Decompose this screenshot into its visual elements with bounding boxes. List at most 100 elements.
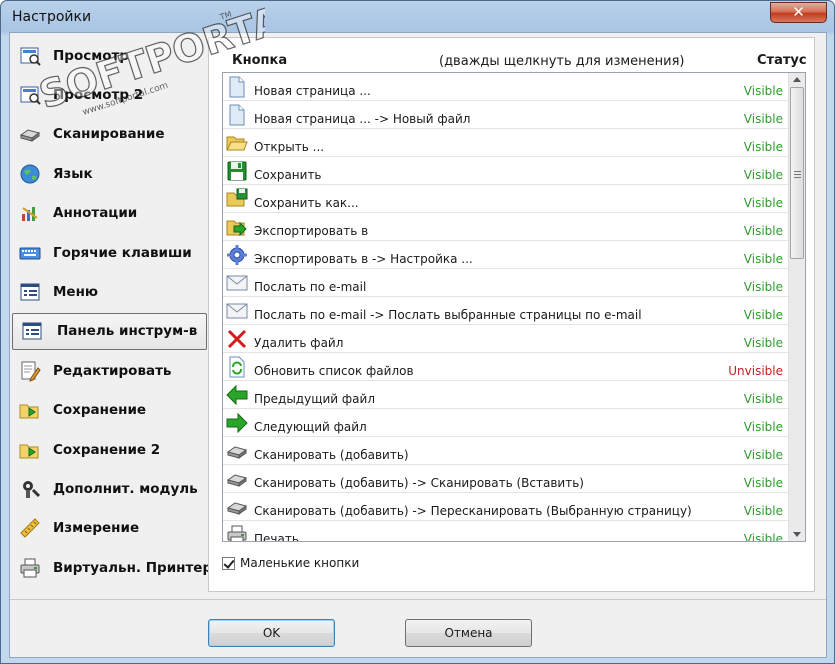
plugin-icon xyxy=(19,478,41,500)
table-row[interactable]: Сканировать (добавить) -> Пересканироват… xyxy=(223,493,791,521)
scroll-down-icon[interactable] xyxy=(793,532,801,537)
nav-item-5[interactable]: Горячие клавиши xyxy=(11,234,209,271)
nav-item-label: Просмотр xyxy=(53,47,130,64)
nav-item-1[interactable]: Просмотр 2 xyxy=(11,76,209,113)
nav-item-9[interactable]: Сохранение xyxy=(11,392,209,429)
table-row[interactable]: Экспортировать в -> Настройка ... Visible xyxy=(223,241,791,269)
menu-icon xyxy=(19,281,41,303)
mail-icon xyxy=(226,300,248,322)
row-name: Сохранить xyxy=(254,168,322,182)
table-row[interactable]: Сканировать (добавить) Visible xyxy=(223,437,791,465)
table-row[interactable]: Сохранить как... Visible xyxy=(223,185,791,213)
close-icon: ✕ xyxy=(792,3,805,21)
row-status: Visible xyxy=(743,112,783,126)
row-status: Visible xyxy=(743,196,783,210)
scanner-icon xyxy=(226,496,248,518)
column-header-button: Кнопка xyxy=(232,53,288,68)
printer-icon xyxy=(226,524,248,541)
scanner-icon xyxy=(226,440,248,462)
scroll-up-icon[interactable] xyxy=(793,77,801,82)
settings-window: Настройки ✕ Просмотр Просмотр 2 Сканирован… xyxy=(0,0,835,664)
row-name: Экспортировать в -> Настройка ... xyxy=(254,252,473,266)
cancel-button[interactable]: Отмена xyxy=(405,619,532,647)
nav-item-label: Горячие клавиши xyxy=(53,244,192,261)
row-status: Visible xyxy=(743,252,783,266)
row-status: Visible xyxy=(743,224,783,238)
save-folder2-icon xyxy=(19,439,41,461)
table-row[interactable]: Предыдущий файл Visible xyxy=(223,381,791,409)
printer-icon xyxy=(19,557,41,579)
row-status: Visible xyxy=(743,448,783,462)
annotation-icon xyxy=(19,202,41,224)
scrollbar-thumb[interactable] xyxy=(790,87,804,259)
row-name: Печать xyxy=(254,532,299,542)
mail-icon xyxy=(226,272,248,294)
table-row[interactable]: Следующий файл Visible xyxy=(223,409,791,437)
window-title: Настройки xyxy=(12,9,92,25)
vertical-scrollbar[interactable] xyxy=(788,73,805,541)
nav-item-label: Измерение xyxy=(53,520,140,537)
table-row[interactable]: Новая страница ... -> Новый файл Visible xyxy=(223,101,791,129)
table-row[interactable]: Сканировать (добавить) -> Сканировать (В… xyxy=(223,465,791,493)
row-name: Послать по e-mail xyxy=(254,280,367,294)
export-icon xyxy=(226,216,248,238)
row-status: Visible xyxy=(743,392,783,406)
gear-icon xyxy=(226,244,248,266)
edit-icon xyxy=(19,360,41,382)
checkbox-box[interactable] xyxy=(222,556,235,570)
refresh-icon xyxy=(226,356,248,378)
nav-item-label: Меню xyxy=(53,283,99,300)
nav-item-8[interactable]: Редактировать xyxy=(11,352,209,389)
row-status: Visible xyxy=(743,308,783,322)
row-name: Предыдущий файл xyxy=(254,392,375,406)
row-name: Послать по e-mail -> Послать выбранные с… xyxy=(254,308,642,322)
nav-item-0[interactable]: Просмотр xyxy=(11,37,209,74)
save-folder-icon xyxy=(19,399,41,421)
small-buttons-label: Маленькие кнопки xyxy=(240,556,360,570)
nav-item-7[interactable]: Панель инструм-в xyxy=(12,312,207,350)
list-rows: Новая страница ... Visible Новая страница … xyxy=(223,73,791,542)
row-status: Visible xyxy=(743,168,783,182)
row-name: Сканировать (добавить) -> Пересканироват… xyxy=(254,504,692,518)
nav-item-13[interactable]: Виртуальн. Принтер xyxy=(11,549,212,586)
close-button[interactable]: ✕ xyxy=(770,2,827,23)
nav-item-2[interactable]: Сканирование xyxy=(11,116,209,153)
row-status: Visible xyxy=(743,476,783,490)
row-status: Unvisible xyxy=(728,364,783,378)
nav-item-10[interactable]: Сохранение 2 xyxy=(11,431,209,468)
nav-item-label: Язык xyxy=(53,165,93,182)
table-row[interactable]: Обновить список файлов Unvisible xyxy=(223,353,791,381)
table-row[interactable]: Открыть ... Visible xyxy=(223,129,791,157)
nav-item-6[interactable]: Меню xyxy=(11,273,209,310)
small-buttons-checkbox[interactable]: Маленькие кнопки xyxy=(222,556,359,570)
table-row[interactable]: Послать по e-mail -> Послать выбранные с… xyxy=(223,297,791,325)
ruler-icon xyxy=(19,517,41,539)
delete-icon xyxy=(226,328,248,350)
row-status: Visible xyxy=(743,336,783,350)
row-status: Visible xyxy=(743,140,783,154)
open-folder-icon xyxy=(226,132,248,154)
table-row[interactable]: Послать по e-mail Visible xyxy=(223,269,791,297)
nav-item-label: Редактировать xyxy=(53,362,172,379)
nav-item-label: Просмотр 2 xyxy=(53,86,144,103)
nav-item-label: Дополнит. модуль xyxy=(53,480,198,497)
toolbar-buttons-list[interactable]: Новая страница ... Visible Новая страница … xyxy=(222,72,806,542)
nav-item-4[interactable]: Аннотации xyxy=(11,195,209,232)
footer-divider xyxy=(10,599,826,600)
row-name: Экспортировать в xyxy=(254,224,369,238)
table-row[interactable]: Экспортировать в Visible xyxy=(223,213,791,241)
table-row[interactable]: Удалить файл Visible xyxy=(223,325,791,353)
table-row[interactable]: Новая страница ... Visible xyxy=(223,73,791,101)
table-row[interactable]: Печать Visible xyxy=(223,521,791,542)
row-status: Visible xyxy=(743,84,783,98)
nav-item-12[interactable]: Измерение xyxy=(11,510,209,547)
title-bar[interactable]: Настройки ✕ xyxy=(1,1,834,35)
ok-button[interactable]: OK xyxy=(208,619,335,647)
nav-item-11[interactable]: Дополнит. модуль xyxy=(11,470,209,507)
row-status: Visible xyxy=(743,504,783,518)
table-row[interactable]: Сохранить Visible xyxy=(223,157,791,185)
nav-item-3[interactable]: Язык xyxy=(11,155,209,192)
column-header-hint: (дважды щелкнуть для изменения) xyxy=(439,54,685,69)
row-name: Сохранить как... xyxy=(254,196,359,210)
keyboard-icon xyxy=(19,242,41,264)
